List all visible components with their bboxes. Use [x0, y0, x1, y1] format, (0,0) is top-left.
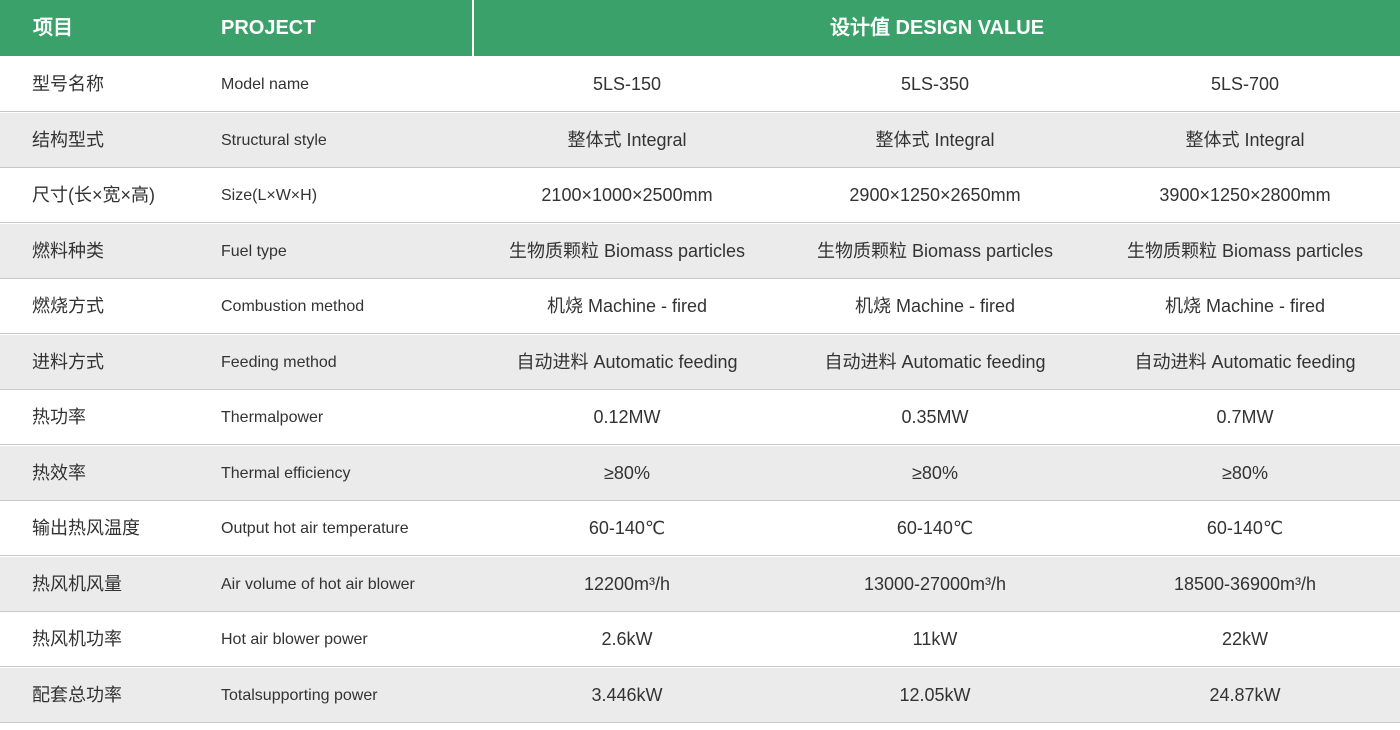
table-row: 燃烧方式 Combustion method 机烧 Machine - fired 机…	[0, 279, 1400, 334]
table-row: 配套总功率 Totalsupporting power 3.446kW 12.05kW…	[0, 668, 1400, 723]
row-value-5ls-350: 2900×1250×2650mm	[849, 185, 1021, 205]
table-row: 进料方式 Feeding method 自动进料 Automatic feeding…	[0, 335, 1400, 390]
row-value-5ls-700: 3900×1250×2800mm	[1159, 185, 1331, 205]
header-project-cn: 项目	[33, 17, 73, 39]
row-label-cn: 输出热风温度	[32, 518, 140, 538]
row-value-5ls-150: 生物质颗粒 Biomass particles	[508, 241, 746, 261]
row-value-5ls-350: ≥80%	[912, 463, 958, 483]
row-value-5ls-700: 整体式 Integral	[1185, 130, 1305, 150]
table-row: 结构型式 Structural style 整体式 Integral 整体式 Inte…	[0, 113, 1400, 168]
row-label-cn: 配套总功率	[32, 685, 122, 705]
row-value-5ls-700: ≥80%	[1222, 463, 1268, 483]
row-value-5ls-150: 0.12MW	[593, 407, 661, 427]
row-value-5ls-700: 自动进料 Automatic feeding	[1134, 352, 1356, 372]
row-label-en: Feeding method	[221, 354, 337, 371]
table-row: 热效率 Thermal efficiency ≥80% ≥80% ≥80%	[0, 446, 1400, 501]
row-value-5ls-150: 60-140℃	[588, 518, 666, 538]
row-value-5ls-350: 11kW	[912, 629, 958, 649]
row-value-5ls-700: 22kW	[1221, 629, 1268, 649]
row-value-5ls-150: 5LS-150	[592, 74, 662, 94]
row-value-5ls-150: 2.6kW	[601, 629, 653, 649]
row-value-5ls-700: 生物质颗粒 Biomass particles	[1126, 241, 1364, 261]
table-header: 项目 PROJECT 设计值 DESIGN VALUE	[0, 0, 1400, 56]
row-value-5ls-350: 自动进料 Automatic feeding	[824, 352, 1046, 372]
row-label-en: Combustion method	[221, 298, 365, 315]
table-row: 燃料种类 Fuel type 生物质颗粒 Biomass particles 生物质颗…	[0, 224, 1400, 279]
row-label-en: Air volume of hot air blower	[221, 576, 415, 593]
row-value-5ls-150: ≥80%	[604, 463, 650, 483]
row-value-5ls-150: 3.446kW	[591, 685, 663, 705]
row-value-5ls-350: 0.35MW	[901, 407, 969, 427]
row-label-cn: 型号名称	[32, 74, 104, 94]
row-label-cn: 进料方式	[32, 352, 104, 372]
row-label-en: Size(L×W×H)	[221, 187, 318, 204]
row-label-cn: 热功率	[32, 407, 86, 427]
row-value-5ls-700: 0.7MW	[1216, 407, 1274, 427]
row-value-5ls-350: 12.05kW	[899, 685, 971, 705]
row-label-cn: 热风机风量	[32, 574, 122, 594]
row-value-5ls-700: 18500-36900m³/h	[1173, 574, 1317, 594]
row-value-5ls-350: 5LS-350	[900, 74, 970, 94]
row-value-5ls-700: 机烧 Machine - fired	[1164, 296, 1326, 316]
row-label-cn: 结构型式	[32, 130, 104, 150]
table-row: 热功率 Thermalpower 0.12MW 0.35MW 0.7MW	[0, 390, 1400, 445]
row-label-cn: 尺寸(长×宽×高)	[32, 185, 156, 205]
row-value-5ls-150: 12200m³/h	[583, 574, 671, 594]
row-label-cn: 热风机功率	[32, 629, 122, 649]
header-design-value: 设计值 DESIGN VALUE	[829, 17, 1045, 39]
row-value-5ls-150: 自动进料 Automatic feeding	[516, 352, 738, 372]
table-row: 尺寸(长×宽×高) Size(L×W×H) 2100×1000×2500mm 2900…	[0, 168, 1400, 223]
header-project-en: PROJECT	[221, 17, 316, 39]
row-value-5ls-350: 机烧 Machine - fired	[854, 296, 1016, 316]
row-label-cn: 燃料种类	[32, 241, 104, 261]
table-row: 热风机风量 Air volume of hot air blower 12200m³…	[0, 557, 1400, 612]
row-label-cn: 热效率	[32, 463, 86, 483]
row-label-en: Hot air blower power	[221, 631, 368, 648]
row-value-5ls-700: 5LS-700	[1210, 74, 1280, 94]
row-value-5ls-700: 60-140℃	[1206, 518, 1284, 538]
row-value-5ls-150: 机烧 Machine - fired	[546, 296, 708, 316]
row-label-en: Thermalpower	[221, 409, 324, 426]
row-label-cn: 燃烧方式	[32, 296, 104, 316]
row-value-5ls-150: 整体式 Integral	[567, 130, 687, 150]
table-row: 型号名称 Model name 5LS-150 5LS-350 5LS-700	[0, 57, 1400, 112]
table-row: 输出热风温度 Output hot air temperature 60-140℃ 6…	[0, 501, 1400, 556]
row-value-5ls-700: 24.87kW	[1209, 685, 1281, 705]
row-value-5ls-350: 整体式 Integral	[875, 130, 995, 150]
row-label-en: Fuel type	[221, 243, 287, 260]
row-value-5ls-150: 2100×1000×2500mm	[541, 185, 713, 205]
row-label-en: Structural style	[221, 132, 327, 149]
row-label-en: Totalsupporting power	[221, 687, 378, 704]
row-label-en: Thermal efficiency	[221, 465, 351, 482]
row-value-5ls-350: 60-140℃	[896, 518, 974, 538]
row-value-5ls-350: 生物质颗粒 Biomass particles	[816, 241, 1054, 261]
row-value-5ls-350: 13000-27000m³/h	[863, 574, 1007, 594]
row-label-en: Output hot air temperature	[221, 520, 409, 537]
row-label-en: Model name	[221, 76, 310, 93]
table-row: 热风机功率 Hot air blower power 2.6kW 11kW 22kW	[0, 612, 1400, 667]
spec-table: 项目 PROJECT 设计值 DESIGN VALUE 型号名称 Model na…	[0, 0, 1400, 730]
